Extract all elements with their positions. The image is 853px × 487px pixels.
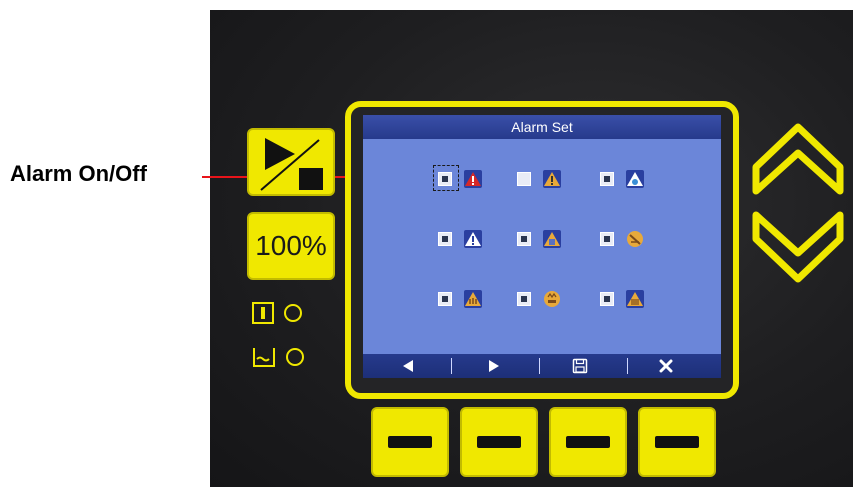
up-button[interactable] bbox=[752, 117, 844, 201]
heater-icon bbox=[464, 290, 482, 308]
alarm-item[interactable] bbox=[438, 290, 482, 308]
alarm-checkbox[interactable] bbox=[600, 172, 614, 186]
close-icon[interactable] bbox=[651, 357, 681, 375]
softkey-bar bbox=[477, 436, 521, 448]
warning-white-icon bbox=[464, 230, 482, 248]
softkey-bar bbox=[566, 436, 610, 448]
alarm-checkbox[interactable] bbox=[517, 172, 531, 186]
lcd-screen: Alarm Set bbox=[363, 115, 721, 378]
alarm-item[interactable] bbox=[517, 290, 561, 308]
speed-100-button[interactable]: 100% bbox=[247, 212, 335, 280]
separator bbox=[539, 358, 540, 374]
separator bbox=[451, 358, 452, 374]
alarm-checkbox[interactable] bbox=[517, 292, 531, 306]
save-icon[interactable] bbox=[565, 357, 595, 375]
softkey-4[interactable] bbox=[638, 407, 716, 477]
screen-bottom-bar bbox=[363, 354, 721, 378]
alarm-item[interactable] bbox=[517, 230, 561, 248]
door-status-row bbox=[252, 302, 302, 324]
drain-icon bbox=[543, 230, 561, 248]
droplet-icon bbox=[626, 170, 644, 188]
alarm-checkbox[interactable] bbox=[517, 232, 531, 246]
softkey-bar bbox=[655, 436, 699, 448]
no-ring-icon bbox=[626, 230, 644, 248]
warning-yellow-icon bbox=[543, 170, 561, 188]
alarm-item[interactable] bbox=[438, 230, 482, 248]
next-icon[interactable] bbox=[479, 357, 509, 375]
alarm-item[interactable] bbox=[600, 230, 644, 248]
softkey-1[interactable] bbox=[371, 407, 449, 477]
separator bbox=[627, 358, 628, 374]
water-tank-icon bbox=[253, 348, 275, 367]
play-stop-icon bbox=[260, 138, 323, 191]
motor-icon bbox=[543, 290, 561, 308]
chevron-down-icon bbox=[752, 211, 844, 283]
alarm-item[interactable] bbox=[438, 170, 482, 188]
alarm-item[interactable] bbox=[600, 290, 644, 308]
screen-title: Alarm Set bbox=[363, 115, 721, 139]
level-icon bbox=[626, 290, 644, 308]
softkey-bar bbox=[388, 436, 432, 448]
alarm-item[interactable] bbox=[517, 170, 561, 188]
softkey-3[interactable] bbox=[549, 407, 627, 477]
chevron-up-icon bbox=[752, 123, 844, 195]
door-led bbox=[284, 304, 302, 322]
alarm-item[interactable] bbox=[600, 170, 644, 188]
alarm-checkbox[interactable] bbox=[438, 172, 452, 186]
alarm-checkbox[interactable] bbox=[600, 232, 614, 246]
warning-red-icon bbox=[464, 170, 482, 188]
annotation-label: Alarm On/Off bbox=[10, 161, 147, 186]
prev-icon[interactable] bbox=[393, 357, 423, 375]
start-stop-button[interactable] bbox=[247, 128, 335, 196]
alarm-checkbox[interactable] bbox=[438, 232, 452, 246]
water-status-row bbox=[252, 346, 304, 368]
alarm-checkbox[interactable] bbox=[438, 292, 452, 306]
water-led bbox=[286, 348, 304, 366]
door-icon bbox=[252, 302, 274, 324]
down-button[interactable] bbox=[752, 205, 844, 289]
alarm-checkbox[interactable] bbox=[600, 292, 614, 306]
softkey-2[interactable] bbox=[460, 407, 538, 477]
